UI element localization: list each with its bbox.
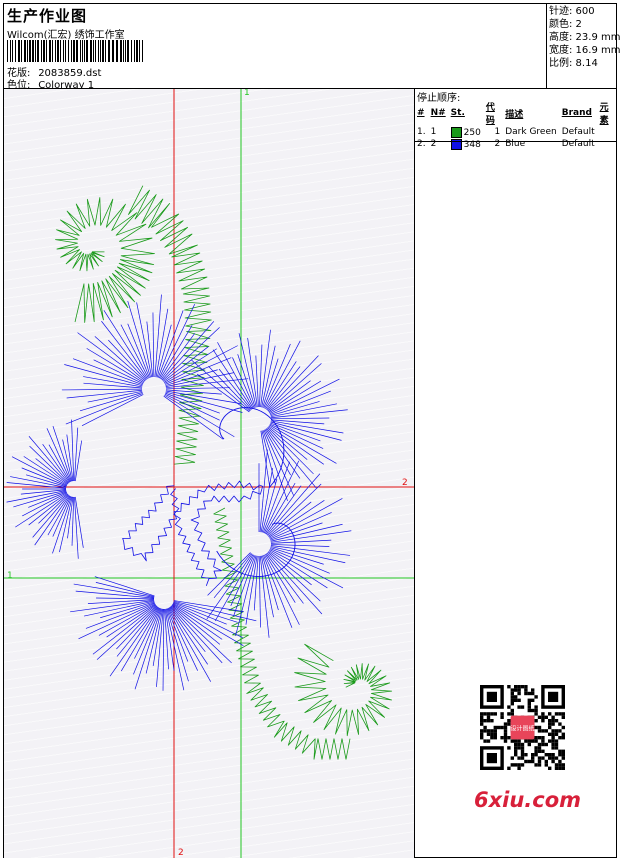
row-n: 2 <box>430 139 437 149</box>
col-code: 代码 <box>485 103 495 126</box>
watermark-logo: 6xiu.com <box>474 788 582 812</box>
design-stats: 针迹: 600 颜色: 2 高度: 23.9 mm 宽度: 16.9 mm 比例… <box>549 5 620 70</box>
design-canvas[interactable]: 1 1 2 2 <box>4 89 414 858</box>
color-swatch <box>450 126 462 138</box>
row-index: 2. <box>417 139 426 149</box>
row-element <box>598 138 617 150</box>
green-top-label: 1 <box>244 89 250 98</box>
col-n: N# <box>430 108 446 118</box>
header: 生产作业图 Wilcom(汇宏) 绣饰工作室 花版: 2083859.dst 色… <box>4 4 546 91</box>
panel-rule <box>415 141 617 142</box>
table-row[interactable]: 1. 1 250 1 Dark Green Default <box>415 126 617 138</box>
stitch-count: 针迹: 600 <box>549 6 595 17</box>
row-element <box>598 126 617 138</box>
row-st-cell: 250 <box>449 126 484 138</box>
stitch-paths <box>6 185 393 760</box>
studio-name: Wilcom(汇宏) 绣饰工作室 <box>7 30 125 41</box>
qr-badge-text: 设计图纸 <box>510 725 534 733</box>
stop-sequence-table: # N# St. 代码 描述 Brand 元素 1. 1 250 1 Dark … <box>415 100 617 150</box>
col-index: # <box>417 108 425 118</box>
red-right-label: 2 <box>402 478 408 488</box>
row-brand: Default <box>561 127 595 137</box>
row-brand: Default <box>561 139 595 149</box>
qr-code[interactable]: 设计图纸 <box>470 680 585 775</box>
row-st: 250 <box>463 127 481 138</box>
green-left-label: 1 <box>7 571 13 581</box>
col-desc: 描述 <box>505 109 524 120</box>
row-index: 1. <box>417 127 426 137</box>
page-title: 生产作业图 <box>7 7 88 25</box>
table-header-row: # N# St. 代码 描述 Brand 元素 <box>415 100 617 126</box>
red-bottom-label: 2 <box>178 848 184 858</box>
row-desc: Blue <box>505 139 526 149</box>
qr-graphic: 设计图纸 <box>480 685 565 770</box>
row-code: 2 <box>494 139 501 149</box>
design-scale: 比例: 8.14 <box>549 58 598 69</box>
table-row[interactable]: 2. 2 348 2 Blue Default <box>415 138 617 150</box>
col-brand: Brand <box>561 108 592 118</box>
barcode <box>7 40 143 62</box>
header-divider <box>546 4 547 88</box>
col-element: 元素 <box>599 103 609 126</box>
design-height: 高度: 23.9 mm <box>549 32 620 43</box>
row-n: 1 <box>430 127 437 137</box>
row-code: 1 <box>494 127 501 137</box>
color-count: 颜色: 2 <box>549 19 582 30</box>
row-desc: Dark Green <box>505 127 557 137</box>
row-st-cell: 348 <box>449 138 484 150</box>
col-st: St. <box>450 108 465 118</box>
design-width: 宽度: 16.9 mm <box>549 45 620 56</box>
embroidery-preview: 1 1 2 2 <box>4 89 414 858</box>
